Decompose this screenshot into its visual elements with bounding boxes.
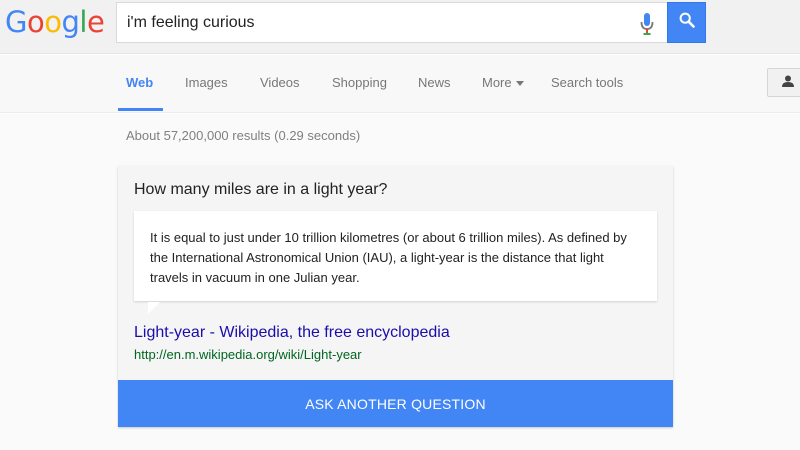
answer-source-url: http://en.m.wikipedia.org/wiki/Light-yea… <box>134 347 362 362</box>
google-logo[interactable]: Google <box>5 4 105 40</box>
search-box <box>116 2 667 43</box>
tab-more[interactable]: More <box>482 75 524 90</box>
logo-letter: G <box>5 5 27 39</box>
answer-source-link[interactable]: Light-year - Wikipedia, the free encyclo… <box>134 324 450 342</box>
chevron-down-icon <box>515 81 524 87</box>
mic-icon[interactable] <box>639 12 655 36</box>
tab-news[interactable]: News <box>418 75 451 90</box>
search-icon <box>679 12 695 33</box>
tab-shopping[interactable]: Shopping <box>332 75 387 90</box>
account-button[interactable] <box>767 68 800 97</box>
logo-letter: g <box>61 5 80 39</box>
active-tab-indicator <box>118 108 163 111</box>
ask-another-question-button[interactable]: ASK ANOTHER QUESTION <box>118 380 673 427</box>
answer-text: It is equal to just under 10 trillion ki… <box>150 230 627 285</box>
logo-letter: o <box>44 5 62 39</box>
search-input[interactable] <box>127 3 627 42</box>
logo-letter: e <box>86 5 105 39</box>
answer-card: How many miles are in a light year? It i… <box>118 166 673 427</box>
tab-search-tools[interactable]: Search tools <box>551 75 623 90</box>
result-stats: About 57,200,000 results (0.29 seconds) <box>126 128 361 143</box>
answer-snippet: It is equal to just under 10 trillion ki… <box>134 211 657 301</box>
tab-videos[interactable]: Videos <box>260 75 300 90</box>
header: Google <box>0 0 800 54</box>
account-icon <box>782 74 794 92</box>
bubble-tail <box>148 302 160 314</box>
search-tabs: Web Images Videos Shopping News More Sea… <box>0 55 800 113</box>
tab-web[interactable]: Web <box>126 75 153 90</box>
logo-letter: o <box>26 5 45 39</box>
answer-question: How many miles are in a light year? <box>134 181 388 198</box>
logo-letter: l <box>79 5 87 39</box>
tab-images[interactable]: Images <box>185 75 228 90</box>
tab-more-label: More <box>482 75 512 90</box>
search-button[interactable] <box>667 2 706 43</box>
